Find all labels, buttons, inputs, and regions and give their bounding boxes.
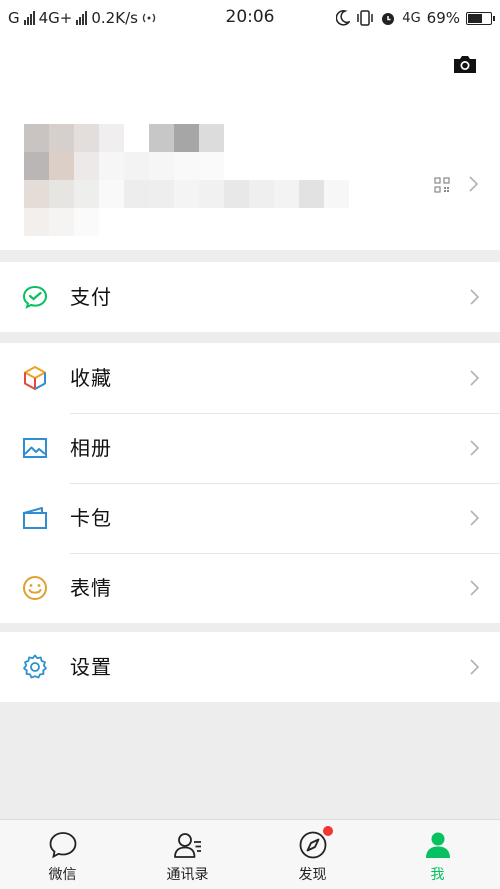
smiley-icon — [23, 576, 47, 600]
chevron-right-icon — [470, 580, 480, 596]
menu-item-cards[interactable]: 卡包 — [0, 483, 500, 553]
menu-label-settings: 设置 — [70, 655, 112, 679]
menu-label-pay: 支付 — [70, 285, 112, 309]
menu-item-album[interactable]: 相册 — [0, 413, 500, 483]
chevron-right-icon — [469, 176, 479, 192]
cube-icon — [24, 366, 46, 390]
wallet-check-icon — [22, 285, 48, 309]
qr-code-icon[interactable] — [434, 177, 450, 193]
profile-header[interactable] — [0, 36, 500, 250]
tab-label-discover: 发现 — [298, 867, 327, 883]
chevron-right-icon — [470, 370, 480, 386]
tab-label-contacts: 通讯录 — [166, 867, 209, 883]
notification-dot — [323, 826, 333, 836]
section-settings: 设置 — [0, 632, 500, 702]
tab-label-me: 我 — [430, 867, 445, 883]
menu-label-album: 相册 — [70, 436, 112, 460]
chevron-right-icon — [470, 659, 480, 675]
tab-label-chats: 微信 — [48, 867, 77, 883]
chevron-right-icon — [470, 440, 480, 456]
tab-contacts[interactable]: 通讯录 — [125, 820, 250, 889]
section-main: 收藏 相册 卡包 表情 — [0, 343, 500, 623]
moon-icon — [336, 10, 351, 26]
alarm-icon — [382, 13, 395, 25]
menu-item-settings[interactable]: 设置 — [0, 632, 500, 702]
image-icon — [23, 438, 47, 458]
menu-label-stickers: 表情 — [70, 576, 112, 600]
menu-label-favorites: 收藏 — [70, 366, 112, 390]
avatar[interactable] — [24, 124, 124, 236]
chevron-right-icon — [470, 510, 480, 526]
person-icon — [426, 832, 450, 858]
menu-item-stickers[interactable]: 表情 — [0, 553, 500, 623]
gear-icon — [23, 654, 47, 679]
menu-item-favorites[interactable]: 收藏 — [0, 343, 500, 413]
tab-chats[interactable]: 微信 — [0, 820, 125, 889]
bottom-tab-bar: 微信 通讯录 发现 我 — [0, 819, 500, 889]
status-right: 4G 69% — [336, 9, 495, 27]
chat-bubble-icon — [49, 832, 77, 859]
card-wallet-icon — [23, 507, 47, 529]
section-pay: 支付 — [0, 262, 500, 332]
profile-name-blurred — [124, 124, 349, 236]
menu-label-cards: 卡包 — [70, 506, 112, 530]
camera-icon[interactable] — [452, 54, 478, 74]
menu-item-pay[interactable]: 支付 — [0, 262, 500, 332]
tab-me[interactable]: 我 — [375, 820, 500, 889]
chevron-right-icon — [470, 289, 480, 305]
battery-icon — [466, 11, 495, 25]
battery-percent: 69% — [426, 9, 460, 27]
vibrate-icon — [357, 10, 374, 26]
network-type: 4G — [402, 10, 421, 26]
status-bar: G 4G+ 0.2K/s 20:06 4G 69% — [0, 0, 500, 36]
tab-discover[interactable]: 发现 — [250, 820, 375, 889]
contacts-icon — [174, 833, 201, 858]
